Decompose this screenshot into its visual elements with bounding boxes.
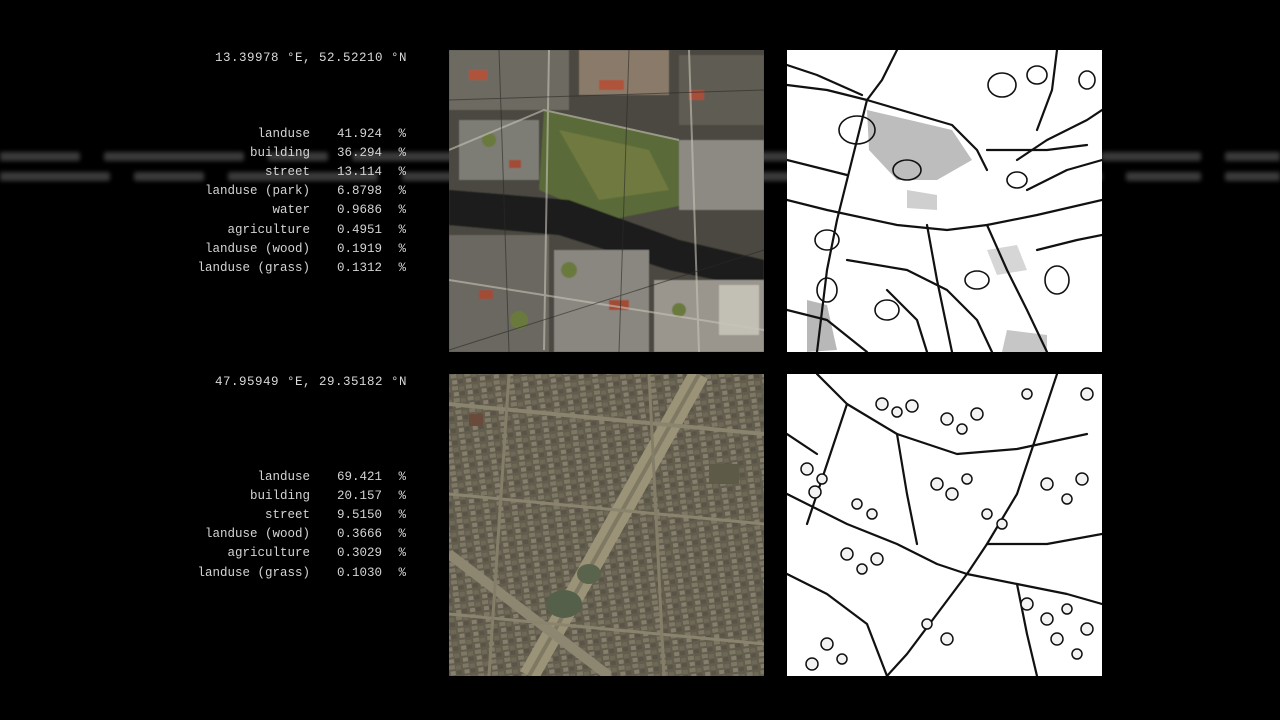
stat-value: 0.3666 — [336, 527, 382, 542]
stat-value: 0.1030 — [336, 565, 382, 580]
stat-value: 13.114 — [336, 164, 382, 179]
stat-value: 36.294 — [336, 145, 382, 160]
stat-label: landuse (grass) — [197, 565, 310, 580]
coordinates-label: 47.95949 °E, 29.35182 °N — [214, 375, 407, 389]
stat-unit: % — [398, 546, 406, 561]
stat-row: agriculture 0.3029% — [150, 544, 412, 563]
satellite-image — [449, 50, 764, 352]
stat-row: landuse (grass) 0.1312% — [150, 258, 412, 277]
stat-label: landuse — [257, 126, 310, 141]
stat-row: landuse 69.421% — [150, 467, 412, 486]
satellite-image — [449, 374, 764, 676]
stat-unit: % — [398, 527, 406, 542]
stat-unit: % — [398, 565, 406, 580]
sketch-map — [787, 50, 1102, 352]
stat-row: building 36.294% — [150, 143, 412, 162]
stat-value: 6.8798 — [336, 184, 382, 199]
stat-unit: % — [398, 203, 406, 218]
stat-label: street — [264, 164, 310, 179]
stat-value: 0.1919 — [336, 241, 382, 256]
stat-row: street 9.5150% — [150, 505, 412, 524]
stat-unit: % — [398, 507, 406, 522]
stat-value: 9.5150 — [336, 507, 382, 522]
stat-row: water 0.9686% — [150, 201, 412, 220]
landuse-stats-list: landuse 41.924% building 36.294% street 13.… — [150, 124, 412, 278]
stat-value: 0.9686 — [336, 203, 382, 218]
stat-unit: % — [398, 469, 406, 484]
stat-label: landuse (park) — [204, 184, 310, 199]
stat-unit: % — [398, 222, 406, 237]
stat-row: landuse 41.924% — [150, 124, 412, 143]
stat-row: landuse (park) 6.8798% — [150, 182, 412, 201]
stat-unit: % — [398, 488, 406, 503]
stat-label: agriculture — [227, 222, 310, 237]
stat-value: 0.3029 — [336, 546, 382, 561]
stat-row: street 13.114% — [150, 162, 412, 181]
stat-label: water — [272, 203, 310, 218]
stat-label: agriculture — [227, 546, 310, 561]
stat-row: landuse (wood) 0.3666% — [150, 525, 412, 544]
stat-unit: % — [398, 184, 406, 199]
stat-value: 41.924 — [336, 126, 382, 141]
stat-label: landuse (wood) — [204, 527, 310, 542]
stat-row: landuse (grass) 0.1030% — [150, 563, 412, 582]
stat-unit: % — [398, 145, 406, 160]
stat-value: 0.1312 — [336, 260, 382, 275]
sketch-map — [787, 374, 1102, 676]
stat-label: landuse (grass) — [197, 260, 310, 275]
stat-unit: % — [398, 126, 406, 141]
stat-value: 0.4951 — [336, 222, 382, 237]
coordinates-label: 13.39978 °E, 52.52210 °N — [214, 51, 407, 65]
stat-value: 20.157 — [336, 488, 382, 503]
stat-label: building — [249, 488, 310, 503]
stat-label: landuse — [257, 469, 310, 484]
stat-unit: % — [398, 241, 406, 256]
stat-unit: % — [398, 164, 406, 179]
landuse-stats-list: landuse 69.421% building 20.157% street 9.5… — [150, 467, 412, 582]
stat-label: building — [249, 145, 310, 160]
stat-label: street — [264, 507, 310, 522]
stat-value: 69.421 — [336, 469, 382, 484]
stat-row: agriculture 0.4951% — [150, 220, 412, 239]
stat-row: building 20.157% — [150, 486, 412, 505]
stat-unit: % — [398, 260, 406, 275]
stat-row: landuse (wood) 0.1919% — [150, 239, 412, 258]
stat-label: landuse (wood) — [204, 241, 310, 256]
